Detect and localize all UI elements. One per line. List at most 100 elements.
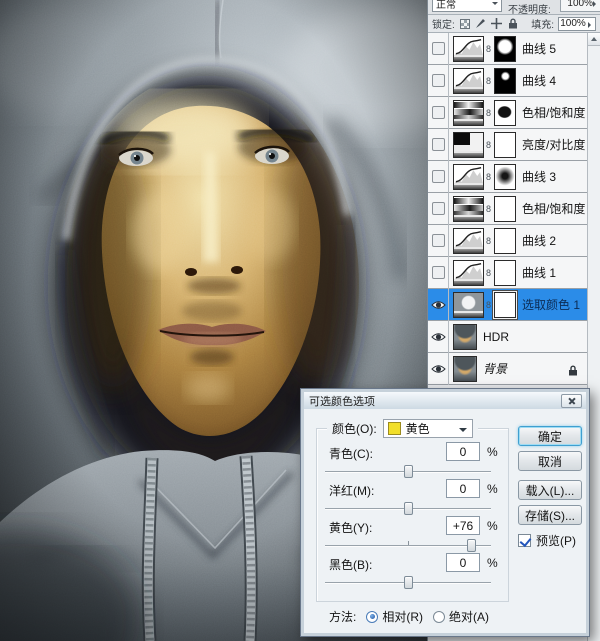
- layer-mask-thumbnail[interactable]: [494, 132, 516, 158]
- close-icon[interactable]: [561, 394, 582, 408]
- curves-thumbnail[interactable]: [453, 228, 484, 254]
- photo-layer-thumbnail[interactable]: [453, 356, 477, 382]
- curves-thumbnail[interactable]: [453, 36, 484, 62]
- lock-transparency-icon[interactable]: [459, 18, 471, 30]
- cyan-slider[interactable]: [325, 465, 491, 478]
- lock-all-padlock-icon[interactable]: [507, 18, 519, 30]
- visibility-toggle[interactable]: [428, 97, 449, 129]
- lock-pixels-brush-icon[interactable]: [475, 18, 487, 30]
- black-value-input[interactable]: 0: [446, 553, 480, 572]
- layer-name[interactable]: 背景: [483, 360, 507, 377]
- chevron-down-icon: [459, 428, 467, 436]
- dialog-title-text: 可选颜色选项: [309, 393, 375, 409]
- load-button[interactable]: 载入(L)...: [518, 480, 582, 500]
- scroll-up-button[interactable]: [588, 33, 600, 46]
- visibility-toggle[interactable]: [428, 33, 449, 65]
- magenta-label: 洋红(M):: [329, 482, 374, 499]
- eye-hidden-box[interactable]: [432, 74, 445, 87]
- blend-mode-select[interactable]: 正常: [432, 0, 502, 12]
- eye-hidden-box[interactable]: [432, 234, 445, 247]
- slider-thumb[interactable]: [467, 539, 476, 552]
- visibility-toggle[interactable]: [428, 225, 449, 257]
- eye-hidden-box[interactable]: [432, 106, 445, 119]
- dialog-titlebar[interactable]: 可选颜色选项: [304, 392, 586, 409]
- visibility-toggle[interactable]: [428, 321, 449, 353]
- preview-checkbox[interactable]: [518, 534, 531, 547]
- ok-button[interactable]: 确定: [518, 426, 582, 446]
- cancel-button[interactable]: 取消: [518, 451, 582, 471]
- layer-mask-thumbnail[interactable]: [494, 228, 516, 254]
- eye-icon: [431, 364, 446, 374]
- layer-row-hue-sat-1[interactable]: 8 色相/饱和度 1: [428, 193, 587, 225]
- link-icon: 8: [484, 140, 493, 150]
- layer-row-brightness-contrast-1[interactable]: 8 亮度/对比度 1: [428, 129, 587, 161]
- visibility-toggle[interactable]: [428, 161, 449, 193]
- fill-input[interactable]: 100%: [558, 17, 596, 31]
- layer-name[interactable]: 曲线 5: [522, 40, 556, 57]
- yellow-label: 黄色(Y):: [329, 519, 372, 536]
- magenta-slider[interactable]: [325, 502, 491, 515]
- layer-row-curves-2[interactable]: 8 曲线 2: [428, 225, 587, 257]
- layer-mask-thumbnail[interactable]: [494, 36, 516, 62]
- layer-row-curves-4[interactable]: 8 曲线 4: [428, 65, 587, 97]
- layer-row-hue-sat-2[interactable]: 8 色相/饱和度 2: [428, 97, 587, 129]
- layer-mask-thumbnail[interactable]: [494, 100, 516, 126]
- method-relative-option[interactable]: 相对(R): [366, 608, 423, 625]
- layer-row-curves-1[interactable]: 8 曲线 1: [428, 257, 587, 289]
- eye-hidden-box[interactable]: [432, 170, 445, 183]
- visibility-toggle[interactable]: [428, 129, 449, 161]
- selective-color-thumbnail[interactable]: [453, 292, 484, 318]
- layer-mask-thumbnail[interactable]: [494, 164, 516, 190]
- layer-mask-thumbnail[interactable]: [494, 196, 516, 222]
- layer-name[interactable]: 曲线 4: [522, 72, 556, 89]
- brightness-contrast-thumbnail[interactable]: [453, 132, 484, 158]
- relative-radio[interactable]: [366, 611, 378, 623]
- color-dropdown[interactable]: 黄色: [383, 419, 473, 438]
- layer-mask-thumbnail[interactable]: [494, 260, 516, 286]
- visibility-toggle[interactable]: [428, 353, 449, 385]
- hue-saturation-thumbnail[interactable]: [453, 196, 484, 222]
- curves-thumbnail[interactable]: [453, 68, 484, 94]
- method-absolute-option[interactable]: 绝对(A): [433, 608, 489, 625]
- hue-saturation-thumbnail[interactable]: [453, 100, 484, 126]
- layer-row-hdr[interactable]: HDR: [428, 321, 587, 353]
- layer-name[interactable]: 曲线 3: [522, 168, 556, 185]
- layer-name[interactable]: 色相/饱和度 2: [522, 104, 595, 121]
- visibility-toggle[interactable]: [428, 289, 449, 321]
- layer-row-curves-5[interactable]: 8 曲线 5: [428, 33, 587, 65]
- layer-name[interactable]: 选取颜色 1: [522, 296, 580, 313]
- layer-row-selective-color-1[interactable]: 8 选取颜色 1: [428, 289, 587, 321]
- visibility-toggle[interactable]: [428, 193, 449, 225]
- layer-name[interactable]: 色相/饱和度 1: [522, 200, 595, 217]
- yellow-slider[interactable]: [325, 539, 491, 552]
- layer-mask-thumbnail[interactable]: [494, 292, 516, 318]
- eye-hidden-box[interactable]: [432, 42, 445, 55]
- curves-thumbnail[interactable]: [453, 260, 484, 286]
- slider-thumb[interactable]: [404, 465, 413, 478]
- layer-name[interactable]: 曲线 2: [522, 232, 556, 249]
- opacity-input[interactable]: 100%: [560, 0, 600, 12]
- layer-name[interactable]: 曲线 1: [522, 264, 556, 281]
- black-slider[interactable]: [325, 576, 491, 589]
- eye-hidden-box[interactable]: [432, 138, 445, 151]
- slider-thumb[interactable]: [404, 576, 413, 589]
- slider-thumb[interactable]: [404, 502, 413, 515]
- layer-name[interactable]: HDR: [483, 330, 509, 344]
- layer-row-background[interactable]: 背景: [428, 353, 587, 385]
- yellow-value-input[interactable]: +76: [446, 516, 480, 535]
- preview-option[interactable]: 预览(P): [518, 532, 576, 549]
- layer-mask-thumbnail[interactable]: [494, 68, 516, 94]
- visibility-toggle[interactable]: [428, 65, 449, 97]
- save-button[interactable]: 存储(S)...: [518, 505, 582, 525]
- layer-row-curves-3[interactable]: 8 曲线 3: [428, 161, 587, 193]
- magenta-value-input[interactable]: 0: [446, 479, 480, 498]
- cyan-value-input[interactable]: 0: [446, 442, 480, 461]
- eye-hidden-box[interactable]: [432, 266, 445, 279]
- visibility-toggle[interactable]: [428, 257, 449, 289]
- curves-thumbnail[interactable]: [453, 164, 484, 190]
- layer-name[interactable]: 亮度/对比度 1: [522, 136, 595, 153]
- photo-layer-thumbnail[interactable]: [453, 324, 477, 350]
- absolute-radio[interactable]: [433, 611, 445, 623]
- eye-hidden-box[interactable]: [432, 202, 445, 215]
- lock-position-move-icon[interactable]: [491, 18, 503, 30]
